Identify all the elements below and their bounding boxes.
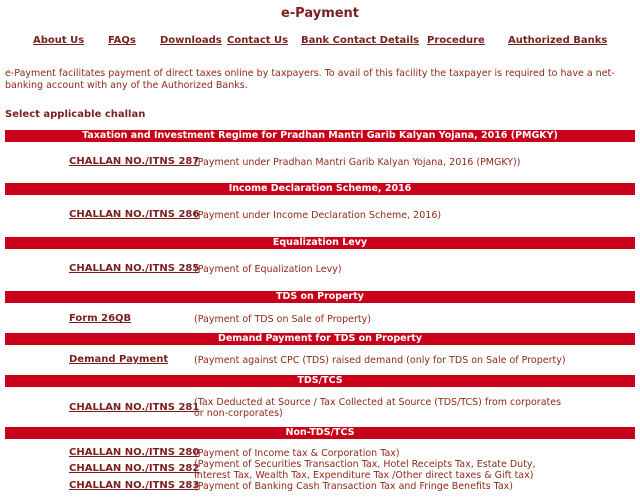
challan-285-description: (Payment of Equalization Levy) [194, 264, 342, 275]
section-heading-tds-on-property: TDS on Property [5, 291, 635, 303]
nav-contact-us-link[interactable]: Contact Us [227, 35, 288, 46]
nav-authorized-banks-link[interactable]: Authorized Banks [508, 35, 607, 46]
nav-faqs-link[interactable]: FAQs [108, 35, 136, 46]
form-26qb-description: (Payment of TDS on Sale of Property) [194, 314, 371, 325]
section-heading-demand-payment: Demand Payment for TDS on Property [5, 333, 635, 345]
challan-286-description: (Payment under Income Declaration Scheme… [194, 210, 442, 221]
section-heading-non-tds-tcs: Non-TDS/TCS [5, 427, 635, 439]
challan-285-link[interactable]: CHALLAN NO./ITNS 285 [69, 263, 199, 274]
nav-about-us-link[interactable]: About Us [33, 35, 84, 46]
nav-downloads-link[interactable]: Downloads [160, 35, 222, 46]
challan-282-link[interactable]: CHALLAN NO./ITNS 282 [69, 463, 199, 474]
page-title: e-Payment [280, 6, 360, 21]
top-navigation: About Us FAQs Downloads Contact Us Bank … [0, 35, 640, 49]
demand-payment-description: (Payment against CPC (TDS) raised demand… [194, 355, 566, 366]
challan-281-link[interactable]: CHALLAN NO./ITNS 281 [69, 402, 199, 413]
section-heading-equalization-levy: Equalization Levy [5, 237, 635, 249]
challan-286-link[interactable]: CHALLAN NO./ITNS 286 [69, 209, 199, 220]
challan-280-description: (Payment of Income tax & Corporation Tax… [194, 448, 400, 459]
challan-282-description: (Payment of Securities Transaction Tax, … [194, 459, 536, 481]
challan-283-description: (Payment of Banking Cash Transaction Tax… [194, 481, 513, 492]
select-challan-label: Select applicable challan [5, 109, 146, 120]
challan-281-description: (Tax Deducted at Source / Tax Collected … [194, 397, 562, 419]
challan-287-link[interactable]: CHALLAN NO./ITNS 287 [69, 156, 199, 167]
nav-procedure-link[interactable]: Procedure [427, 35, 485, 46]
section-heading-pmgky: Taxation and Investment Regime for Pradh… [5, 130, 635, 142]
section-heading-tds-tcs: TDS/TCS [5, 375, 635, 387]
form-26qb-link[interactable]: Form 26QB [69, 313, 131, 324]
challan-280-link[interactable]: CHALLAN NO./ITNS 280 [69, 447, 199, 458]
challan-283-link[interactable]: CHALLAN NO./ITNS 283 [69, 480, 199, 491]
challan-287-description: (Payment under Pradhan Mantri Garib Kaly… [194, 157, 521, 168]
intro-text: e-Payment facilitates payment of direct … [5, 68, 615, 91]
nav-bank-contact-details-link[interactable]: Bank Contact Details [301, 35, 419, 46]
demand-payment-link[interactable]: Demand Payment [69, 354, 168, 365]
section-heading-income-declaration: Income Declaration Scheme, 2016 [5, 183, 635, 195]
